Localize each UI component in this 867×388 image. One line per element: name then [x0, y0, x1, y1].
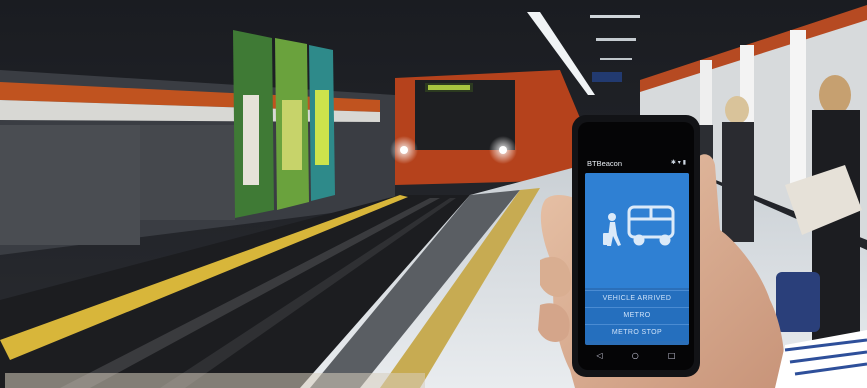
app-title: BTBeacon: [587, 159, 623, 168]
recents-icon[interactable]: □: [668, 351, 676, 360]
station-background: [0, 0, 867, 388]
metro-button[interactable]: METRO: [585, 307, 689, 324]
metro-station-photo: BTBeacon ✱ ▾ ▮ VEHICLE ARRIVED METRO MET…: [0, 0, 867, 388]
android-nav-bar: ◁ ○ □: [582, 348, 690, 362]
bus-icon: [627, 205, 675, 246]
person: [819, 75, 851, 115]
home-icon[interactable]: ○: [632, 351, 639, 360]
back-icon[interactable]: ◁: [597, 351, 603, 360]
person: [725, 96, 749, 124]
app-screen: VEHICLE ARRIVED METRO METRO STOP: [585, 173, 689, 345]
bag: [776, 272, 820, 332]
vehicle-arrived-button[interactable]: VEHICLE ARRIVED: [585, 290, 689, 307]
walking-person-icon: [603, 213, 621, 246]
transport-illustration: [585, 173, 689, 288]
metro-stop-button[interactable]: METRO STOP: [585, 324, 689, 341]
status-bar: BTBeacon ✱ ▾ ▮: [585, 158, 689, 171]
status-icons: ✱ ▾ ▮: [670, 159, 686, 166]
caption-bar: [5, 373, 425, 388]
